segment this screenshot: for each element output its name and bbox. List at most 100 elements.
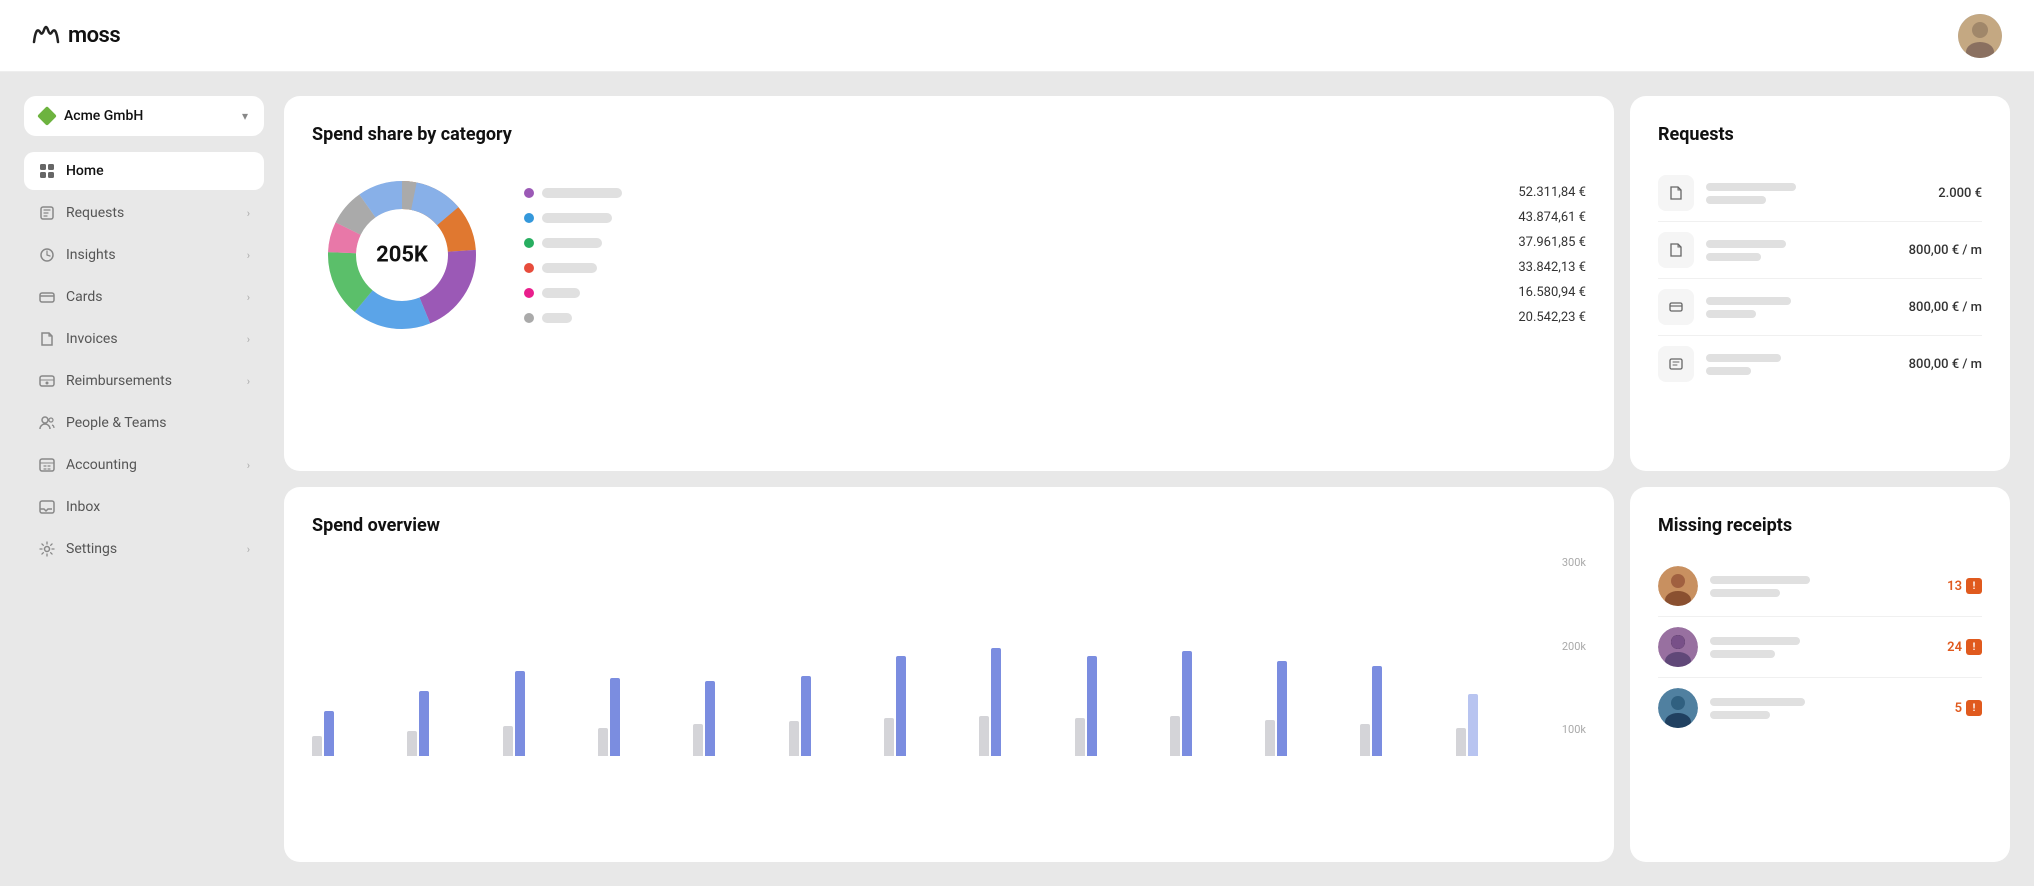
sidebar-item-reimbursements-label: Reimbursements <box>66 373 172 389</box>
sidebar-item-cards[interactable]: Cards › <box>24 278 264 316</box>
requests-icon <box>38 204 56 222</box>
bar-blue-10 <box>1277 661 1287 756</box>
legend-value-0: 52.311,84 € <box>1518 185 1586 200</box>
bar-blue-2 <box>515 671 525 756</box>
sidebar-item-requests-label: Requests <box>66 205 124 221</box>
sidebar-item-people-teams[interactable]: People & Teams <box>24 404 264 442</box>
legend-bar-3 <box>542 263 597 273</box>
y-label-100: 100k <box>1562 723 1586 736</box>
bar-gray-2 <box>503 726 513 756</box>
bar-group-11 <box>1360 666 1450 756</box>
sidebar-item-accounting-label: Accounting <box>66 457 137 473</box>
request-item-1[interactable]: 800,00 € / m <box>1658 222 1982 279</box>
people-icon <box>38 414 56 432</box>
bar-gray-7 <box>979 716 989 756</box>
bar-chart-container: 300k 200k 100k <box>312 556 1586 756</box>
request-line-7 <box>1706 354 1781 362</box>
spend-share-body: 205K 52.311,84 € <box>312 165 1586 345</box>
sidebar-item-insights[interactable]: Insights › <box>24 236 264 274</box>
accounting-chevron-icon: › <box>247 459 250 472</box>
receipt-item-0[interactable]: 13 ! <box>1658 556 1982 617</box>
bar-group-5 <box>789 676 879 756</box>
request-icon-0 <box>1658 175 1694 211</box>
bar-blue-7 <box>991 648 1001 756</box>
bar-group-1 <box>407 691 497 756</box>
accounting-icon <box>38 456 56 474</box>
legend-dot-4 <box>524 288 534 298</box>
legend-value-4: 16.580,94 € <box>1518 285 1586 300</box>
sidebar-item-accounting[interactable]: Accounting › <box>24 446 264 484</box>
sidebar-item-inbox[interactable]: Inbox <box>24 488 264 526</box>
user-avatar[interactable] <box>1958 14 2002 58</box>
bar-group-2 <box>503 671 593 756</box>
legend-bar-2 <box>542 238 602 248</box>
bar-blue-6 <box>896 656 906 756</box>
company-diamond-icon <box>37 106 57 126</box>
legend-item-5: 20.542,23 € <box>524 310 1586 325</box>
requests-chevron-icon: › <box>247 207 250 220</box>
sidebar-item-requests[interactable]: Requests › <box>24 194 264 232</box>
request-item-3[interactable]: 800,00 € / m <box>1658 336 1982 392</box>
request-amount-0: 2.000 € <box>1938 186 1982 201</box>
legend-item-0: 52.311,84 € <box>524 185 1586 200</box>
y-label-300: 300k <box>1562 556 1586 569</box>
avatar-image <box>1958 14 2002 58</box>
bar-group-6 <box>884 656 974 756</box>
legend-bar-5 <box>542 313 572 323</box>
bar-gray-8 <box>1075 718 1085 756</box>
request-line-2 <box>1706 196 1766 204</box>
bottom-content-row: Spend overview 300k 200k 100k <box>284 487 2010 862</box>
request-item-2[interactable]: 800,00 € / m <box>1658 279 1982 336</box>
missing-receipts-card: Missing receipts <box>1630 487 2010 862</box>
sidebar-item-reimbursements[interactable]: Reimbursements › <box>24 362 264 400</box>
sidebar-item-invoices[interactable]: Invoices › <box>24 320 264 358</box>
invoices-chevron-icon: › <box>247 333 250 346</box>
spend-overview-title: Spend overview <box>312 515 1586 536</box>
bar-blue-0 <box>324 711 334 756</box>
settings-chevron-icon: › <box>247 543 250 556</box>
legend-dot-3 <box>524 263 534 273</box>
receipt-count-1: 24 <box>1947 640 1962 655</box>
legend-dot-2 <box>524 238 534 248</box>
legend-item-3: 33.842,13 € <box>524 260 1586 275</box>
sidebar-item-home[interactable]: Home <box>24 152 264 190</box>
sidebar-item-settings[interactable]: Settings › <box>24 530 264 568</box>
invoices-icon <box>38 330 56 348</box>
bar-group-3 <box>598 678 688 756</box>
logo-area: moss <box>32 22 120 50</box>
legend-value-3: 33.842,13 € <box>1518 260 1586 275</box>
main-layout: Acme GmbH ▾ Home <box>0 72 2034 886</box>
legend-dot-1 <box>524 213 534 223</box>
spend-overview-card: Spend overview 300k 200k 100k <box>284 487 1614 862</box>
bar-groups <box>312 596 1546 756</box>
requests-card: Requests 2.0 <box>1630 96 2010 471</box>
request-item-0[interactable]: 2.000 € <box>1658 165 1982 222</box>
cards-icon <box>38 288 56 306</box>
request-amount-2: 800,00 € / m <box>1909 300 1982 315</box>
legend-item-2: 37.961,85 € <box>524 235 1586 250</box>
bar-gray-3 <box>598 728 608 756</box>
receipt-item-2[interactable]: 5 ! <box>1658 678 1982 738</box>
bar-group-12 <box>1456 694 1546 756</box>
company-chevron-icon: ▾ <box>242 109 248 123</box>
sidebar-item-invoices-label: Invoices <box>66 331 118 347</box>
bar-gray-5 <box>789 721 799 756</box>
home-icon <box>38 162 56 180</box>
cards-chevron-icon: › <box>247 291 250 304</box>
company-selector[interactable]: Acme GmbH ▾ <box>24 96 264 136</box>
bar-group-7 <box>979 648 1069 756</box>
sidebar-item-home-label: Home <box>66 163 104 179</box>
bar-gray-12 <box>1456 728 1466 756</box>
bar-gray-9 <box>1170 716 1180 756</box>
bar-gray-6 <box>884 718 894 756</box>
receipt-item-1[interactable]: 24 ! <box>1658 617 1982 678</box>
spend-legend: 52.311,84 € 43.874,61 € <box>524 185 1586 325</box>
receipt-badge-2: 5 ! <box>1955 700 1982 716</box>
legend-value-5: 20.542,23 € <box>1518 310 1586 325</box>
request-icon-1 <box>1658 232 1694 268</box>
bar-blue-9 <box>1182 651 1192 756</box>
sidebar-item-settings-label: Settings <box>66 541 117 557</box>
request-icon-2 <box>1658 289 1694 325</box>
bar-blue-5 <box>801 676 811 756</box>
warning-icon-2: ! <box>1966 700 1982 716</box>
